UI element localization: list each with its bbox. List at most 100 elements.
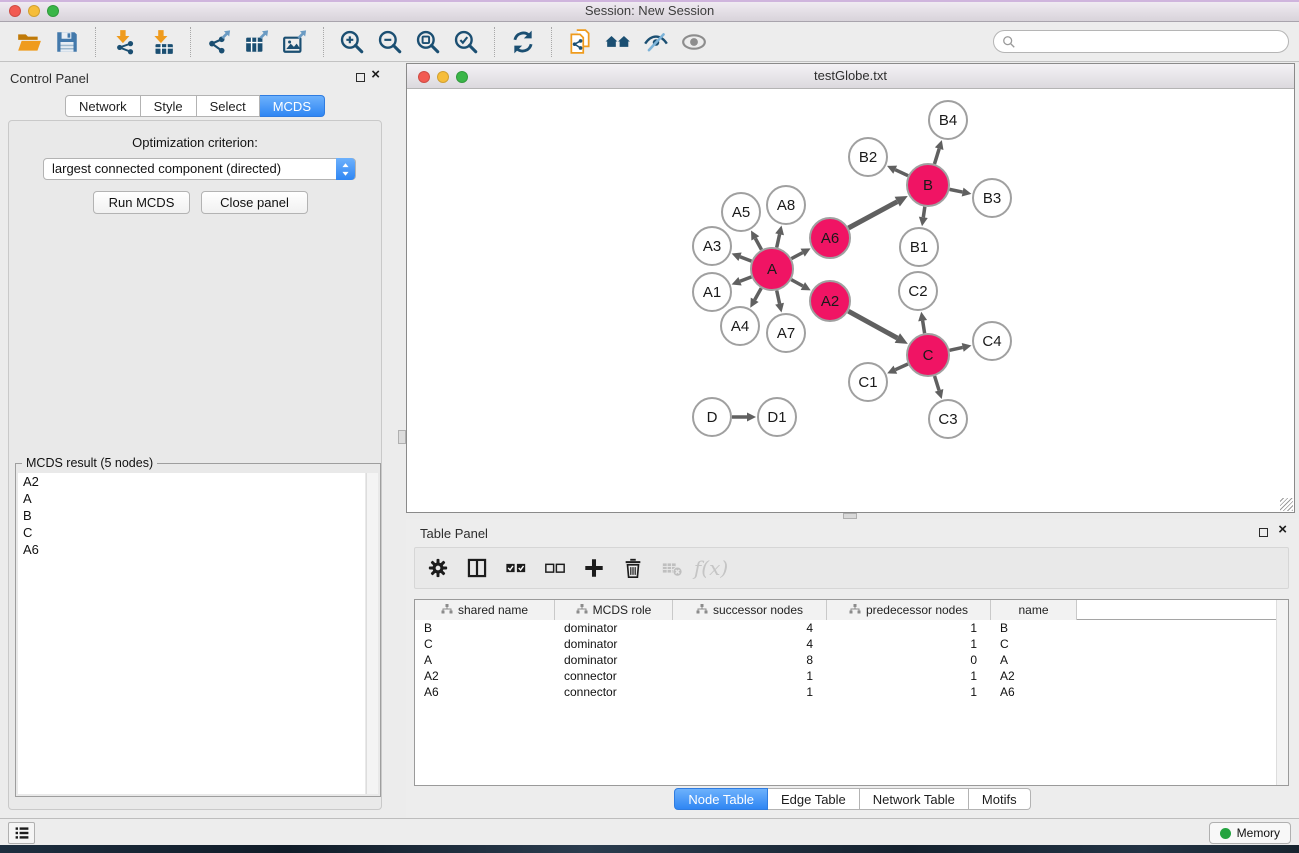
result-item[interactable]: B bbox=[18, 507, 365, 524]
close-panel-icon[interactable]: × bbox=[371, 66, 380, 84]
traffic-close-button[interactable] bbox=[9, 5, 21, 17]
network-canvas[interactable]: AA1A2A3A4A5A6A7A8BB1B2B3B4CC1C2C3C4DD1 bbox=[407, 89, 1294, 512]
graph-node-A6[interactable]: A6 bbox=[810, 218, 850, 258]
graph-node-C1[interactable]: C1 bbox=[849, 363, 887, 401]
result-item[interactable]: A6 bbox=[18, 541, 365, 558]
graph-edge-A-A8[interactable] bbox=[777, 234, 780, 247]
table-row[interactable]: Cdominator41C bbox=[415, 636, 1288, 652]
graph-edge-A-A6[interactable] bbox=[791, 253, 802, 259]
select-all-icon[interactable] bbox=[503, 555, 529, 581]
graph-node-A5[interactable]: A5 bbox=[722, 193, 760, 231]
graph-edge-B-B3[interactable] bbox=[950, 189, 963, 192]
zoom-selected-icon[interactable] bbox=[451, 27, 481, 57]
table-scrollbar[interactable] bbox=[1276, 600, 1288, 785]
graph-edge-C-C3[interactable] bbox=[935, 376, 939, 390]
graph-node-C4[interactable]: C4 bbox=[973, 322, 1011, 360]
task-history-button[interactable] bbox=[8, 822, 35, 844]
network-window-titlebar[interactable]: testGlobe.txt bbox=[407, 64, 1294, 89]
show-details-icon[interactable] bbox=[679, 27, 709, 57]
column-header-shared-name[interactable]: shared name bbox=[415, 600, 555, 620]
table-row[interactable]: A6connector11A6 bbox=[415, 684, 1288, 700]
import-table-icon[interactable] bbox=[147, 27, 177, 57]
graph-edge-A-A4[interactable] bbox=[755, 288, 762, 300]
network-minimize-button[interactable] bbox=[437, 71, 449, 83]
graph-node-C[interactable]: C bbox=[907, 334, 949, 376]
traffic-zoom-button[interactable] bbox=[47, 5, 59, 17]
optimization-select[interactable]: largest connected component (directed) bbox=[43, 158, 356, 180]
graph-edge-C-C4[interactable] bbox=[949, 347, 962, 350]
graph-edge-A-A3[interactable] bbox=[740, 257, 751, 261]
column-header-predecessor-nodes[interactable]: predecessor nodes bbox=[827, 600, 991, 620]
graph-node-C2[interactable]: C2 bbox=[899, 272, 937, 310]
tab-style[interactable]: Style bbox=[141, 95, 197, 117]
graph-node-D[interactable]: D bbox=[693, 398, 731, 436]
network-zoom-button[interactable] bbox=[456, 71, 468, 83]
result-item[interactable]: A bbox=[18, 490, 365, 507]
graph-edge-C-C2[interactable] bbox=[923, 321, 925, 334]
result-item[interactable]: A2 bbox=[18, 473, 365, 490]
export-table-icon[interactable] bbox=[242, 27, 272, 57]
resize-grip[interactable] bbox=[1280, 498, 1293, 511]
delete-rows-icon[interactable] bbox=[620, 555, 646, 581]
graph-node-A[interactable]: A bbox=[751, 248, 793, 290]
result-item[interactable]: C bbox=[18, 524, 365, 541]
save-session-icon[interactable] bbox=[52, 27, 82, 57]
float-panel-icon[interactable] bbox=[356, 73, 365, 82]
network-close-button[interactable] bbox=[418, 71, 430, 83]
add-row-icon[interactable] bbox=[581, 555, 607, 581]
graph-node-B4[interactable]: B4 bbox=[929, 101, 967, 139]
open-session-icon[interactable] bbox=[14, 27, 44, 57]
graph-edge-A-A5[interactable] bbox=[755, 238, 761, 249]
graph-edge-A-A7[interactable] bbox=[777, 290, 780, 303]
run-mcds-button[interactable]: Run MCDS bbox=[93, 191, 190, 214]
table-close-icon[interactable]: × bbox=[1278, 521, 1287, 539]
graph-node-B[interactable]: B bbox=[907, 164, 949, 206]
search-input[interactable] bbox=[1021, 35, 1280, 49]
graph-node-B1[interactable]: B1 bbox=[900, 228, 938, 266]
close-panel-button[interactable]: Close panel bbox=[201, 191, 308, 214]
column-header-mcds-role[interactable]: MCDS role bbox=[555, 600, 673, 620]
graph-edge-B-B4[interactable] bbox=[934, 149, 939, 164]
zoom-in-icon[interactable] bbox=[337, 27, 367, 57]
tab-mcds[interactable]: MCDS bbox=[260, 95, 325, 117]
table-row[interactable]: A2connector11A2 bbox=[415, 668, 1288, 684]
tab-node-table[interactable]: Node Table bbox=[674, 788, 768, 810]
graph-node-A8[interactable]: A8 bbox=[767, 186, 805, 224]
graph-node-A4[interactable]: A4 bbox=[721, 307, 759, 345]
export-image-icon[interactable] bbox=[280, 27, 310, 57]
table-row[interactable]: Bdominator41B bbox=[415, 620, 1288, 636]
graph-node-B3[interactable]: B3 bbox=[973, 179, 1011, 217]
hide-details-icon[interactable] bbox=[641, 27, 671, 57]
deselect-all-icon[interactable] bbox=[542, 555, 568, 581]
graph-edge-A2-C[interactable] bbox=[848, 311, 897, 338]
table-row[interactable]: Adominator80A bbox=[415, 652, 1288, 668]
show-columns-icon[interactable] bbox=[464, 555, 490, 581]
search-box[interactable] bbox=[993, 30, 1289, 53]
export-network-icon[interactable] bbox=[204, 27, 234, 57]
memory-button[interactable]: Memory bbox=[1209, 822, 1291, 844]
column-header-name[interactable]: name bbox=[991, 600, 1077, 620]
table-float-icon[interactable] bbox=[1259, 528, 1268, 537]
graph-node-A2[interactable]: A2 bbox=[810, 281, 850, 321]
table-settings-icon[interactable] bbox=[425, 555, 451, 581]
tab-motifs[interactable]: Motifs bbox=[969, 788, 1031, 810]
tab-select[interactable]: Select bbox=[197, 95, 260, 117]
refresh-network-icon[interactable] bbox=[508, 27, 538, 57]
tab-network[interactable]: Network bbox=[65, 95, 141, 117]
graph-edge-B-B1[interactable] bbox=[923, 207, 925, 218]
tab-network-table[interactable]: Network Table bbox=[860, 788, 969, 810]
column-header-successor-nodes[interactable]: successor nodes bbox=[673, 600, 827, 620]
home-icon[interactable] bbox=[603, 27, 633, 57]
vertical-splitter-handle[interactable] bbox=[398, 430, 406, 444]
import-network-icon[interactable] bbox=[109, 27, 139, 57]
graph-node-A3[interactable]: A3 bbox=[693, 227, 731, 265]
tab-edge-table[interactable]: Edge Table bbox=[768, 788, 860, 810]
graph-edge-A-A1[interactable] bbox=[740, 277, 751, 281]
graph-edge-C-C1[interactable] bbox=[895, 364, 908, 370]
zoom-out-icon[interactable] bbox=[375, 27, 405, 57]
graph-node-A1[interactable]: A1 bbox=[693, 273, 731, 311]
graph-node-D1[interactable]: D1 bbox=[758, 398, 796, 436]
zoom-fit-icon[interactable] bbox=[413, 27, 443, 57]
graph-node-C3[interactable]: C3 bbox=[929, 400, 967, 438]
graph-node-A7[interactable]: A7 bbox=[767, 314, 805, 352]
